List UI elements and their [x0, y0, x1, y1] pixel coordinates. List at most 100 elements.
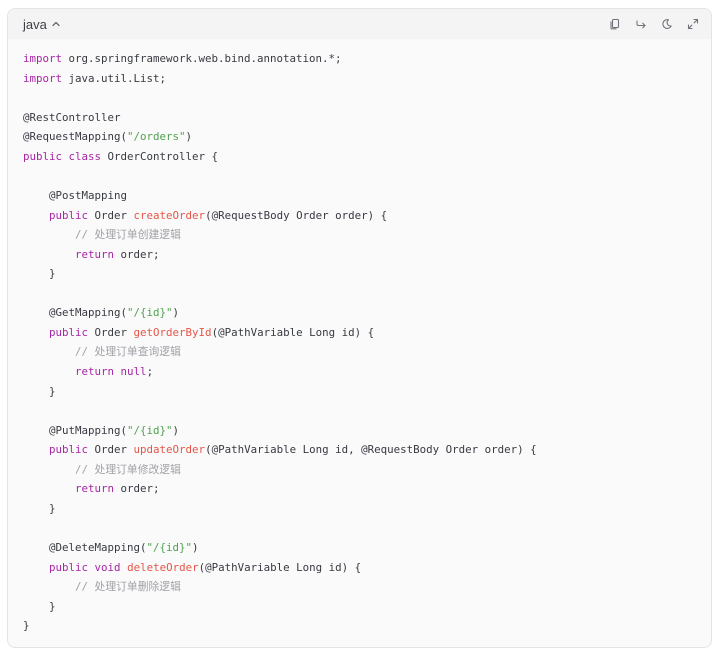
code-token: void — [94, 560, 121, 574]
theme-icon[interactable] — [659, 16, 675, 32]
code-token: order; — [114, 482, 160, 496]
code-line: @PutMapping("/{id}") — [23, 421, 711, 441]
code-token: ) — [172, 423, 180, 437]
code-token: "/{id}" — [127, 306, 173, 320]
code-line: ​ — [23, 166, 711, 186]
code-block-header: java — [8, 9, 711, 39]
code-token: public — [49, 443, 89, 457]
code-line: } — [23, 264, 711, 284]
code-token: // 处理订单查询逻辑 — [75, 345, 181, 359]
code-line: return order; — [23, 245, 711, 265]
code-line: @RestController — [23, 108, 711, 128]
code-token: Order — [88, 325, 134, 339]
code-token: @RestController — [23, 110, 121, 124]
code-token: return — [75, 482, 115, 496]
code-block: java import org.springframework.web.bind… — [7, 8, 712, 648]
code-token: return — [75, 365, 115, 378]
code-token: (@PathVariable Long id, @RequestBody Ord… — [205, 443, 537, 457]
code-line: ​ — [23, 519, 711, 539]
code-line: public class OrderController { — [23, 147, 711, 167]
code-token: // 处理订单修改逻辑 — [75, 462, 181, 476]
code-token: null — [120, 365, 147, 378]
expand-icon[interactable] — [685, 16, 701, 32]
code-token: ) — [172, 306, 180, 320]
code-token: import — [23, 71, 63, 85]
code-token: } — [23, 384, 56, 398]
code-line: // 处理订单创建逻辑 — [23, 225, 711, 245]
code-line: ​ — [23, 401, 711, 421]
code-token: @RequestMapping( — [23, 130, 128, 144]
code-token: class — [68, 149, 102, 163]
language-toggle[interactable]: java — [23, 17, 61, 32]
code-token: ; — [146, 365, 154, 378]
code-line: } — [23, 597, 711, 617]
code-line: import org.springframework.web.bind.anno… — [23, 49, 711, 69]
code-line: // 处理订单查询逻辑 — [23, 342, 711, 362]
code-token: public — [49, 560, 89, 574]
code-line: // 处理订单修改逻辑 — [23, 460, 711, 480]
code-line: import java.util.List; — [23, 69, 711, 89]
code-token: updateOrder — [133, 443, 206, 457]
code-line: @DeleteMapping("/{id}") — [23, 538, 711, 558]
code-token: OrderController { — [101, 149, 219, 163]
code-line: } — [23, 616, 711, 636]
code-line: return null; — [23, 362, 711, 382]
code-line: ​ — [23, 88, 711, 108]
language-label: java — [23, 16, 47, 32]
code-line: } — [23, 499, 711, 519]
code-line: public Order createOrder(@RequestBody Or… — [23, 206, 711, 226]
code-token: "/{id}" — [146, 541, 193, 555]
code-token: createOrder — [133, 208, 206, 222]
code-token: (@PathVariable Long id) { — [211, 325, 375, 339]
code-line: ​ — [23, 284, 711, 304]
code-token: } — [23, 619, 30, 633]
code-token: "/orders" — [127, 130, 186, 144]
code-token: } — [23, 267, 56, 281]
code-token: } — [23, 501, 56, 515]
code-token: @GetMapping( — [23, 306, 128, 320]
code-token: Order — [88, 208, 134, 222]
code-token: return — [75, 247, 115, 261]
code-token: } — [23, 599, 56, 613]
code-token: Order — [88, 443, 134, 457]
code-line: @PostMapping — [23, 186, 711, 206]
code-toolbar — [607, 16, 701, 32]
code-token: import — [23, 52, 63, 65]
code-token: @PutMapping( — [23, 423, 128, 437]
code-body: import org.springframework.web.bind.anno… — [8, 39, 711, 636]
code-line: public void deleteOrder(@PathVariable Lo… — [23, 558, 711, 578]
code-token: public — [49, 208, 89, 222]
copy-icon[interactable] — [607, 16, 623, 32]
code-token: // 处理订单删除逻辑 — [75, 580, 181, 594]
code-line: } — [23, 382, 711, 402]
code-token: ) — [192, 541, 199, 555]
code-content: import org.springframework.web.bind.anno… — [23, 49, 711, 636]
code-token: getOrderById — [133, 325, 212, 339]
code-token: (@RequestBody Order order) { — [205, 208, 388, 222]
code-token: order; — [114, 247, 160, 261]
code-line: public Order updateOrder(@PathVariable L… — [23, 440, 711, 460]
code-line: @RequestMapping("/orders") — [23, 127, 711, 147]
wrap-icon[interactable] — [633, 16, 649, 32]
code-line: @GetMapping("/{id}") — [23, 303, 711, 323]
code-token: // 处理订单创建逻辑 — [75, 228, 181, 242]
code-token: (@PathVariable Long id) { — [198, 560, 362, 574]
code-token: @DeleteMapping( — [23, 541, 147, 555]
code-token: public — [23, 149, 63, 163]
chevron-up-icon — [51, 19, 61, 29]
code-token: java.util.List; — [62, 71, 167, 85]
code-line: // 处理订单删除逻辑 — [23, 577, 711, 597]
code-line: return order; — [23, 479, 711, 499]
code-token: ) — [185, 130, 193, 144]
code-token: "/{id}" — [127, 423, 173, 437]
code-token: deleteOrder — [127, 560, 199, 574]
code-token: @PostMapping — [23, 188, 128, 202]
